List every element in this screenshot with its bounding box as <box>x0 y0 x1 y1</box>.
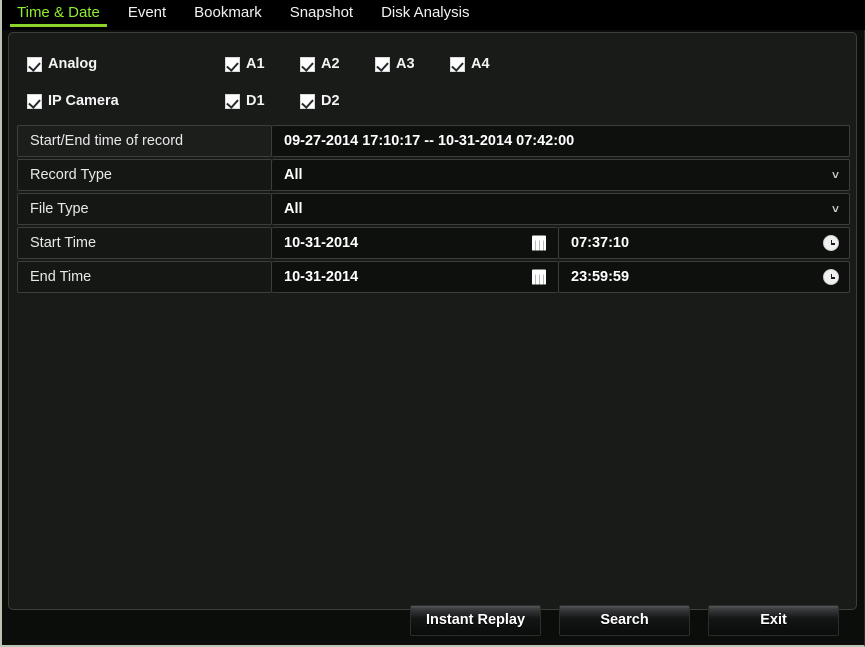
checkbox-a2[interactable]: A2 <box>300 51 340 77</box>
calendar-icon-grid <box>532 274 546 285</box>
footer-button-bar: Instant Replay Search Exit <box>8 598 857 642</box>
checkbox-icon <box>27 93 42 109</box>
row-label: End Time <box>17 261 272 293</box>
checkbox-icon <box>300 93 315 109</box>
tab-disk-analysis[interactable]: Disk Analysis <box>374 0 476 24</box>
checkbox-d2[interactable]: D2 <box>300 88 340 114</box>
checkbox-icon <box>300 56 315 72</box>
start-time-value: 07:37:10 <box>571 235 630 251</box>
end-date-input[interactable]: 10-31-2014 <box>272 261 558 293</box>
file-type-value: All <box>284 201 303 217</box>
chevron-down-icon[interactable]: ˅ <box>832 169 839 181</box>
end-time-input[interactable]: 23:59:59 <box>558 261 850 293</box>
record-type-value: All <box>284 167 303 183</box>
checkbox-ip-camera-group[interactable]: IP Camera <box>27 88 119 114</box>
end-date-value: 10-31-2014 <box>284 269 359 285</box>
checkbox-label: A4 <box>471 56 490 72</box>
search-button[interactable]: Search <box>559 604 690 636</box>
tab-event[interactable]: Event <box>121 0 173 24</box>
search-criteria-panel: Analog A1 A2 A3 A4 IP Camera D1 D2 Start… <box>8 32 857 610</box>
checkbox-label: Analog <box>48 56 98 72</box>
exit-button[interactable]: Exit <box>708 604 839 636</box>
checkbox-label: A1 <box>246 56 265 72</box>
record-type-dropdown[interactable]: All ˅ <box>272 159 850 191</box>
row-record-type: Record Type All ˅ <box>17 159 850 191</box>
analog-channel-row: Analog A1 A2 A3 A4 <box>9 51 856 77</box>
checkbox-label: A2 <box>321 56 340 72</box>
calendar-icon[interactable] <box>532 269 546 285</box>
row-end-time: End Time 10-31-2014 23:59:59 <box>17 261 850 293</box>
checkbox-label: D2 <box>321 93 340 109</box>
calendar-icon[interactable] <box>532 235 546 251</box>
record-span-value: 09-27-2014 17:10:17 -- 10-31-2014 07:42:… <box>272 125 850 157</box>
clock-icon[interactable] <box>823 235 839 251</box>
tab-bar: Time & Date Event Bookmark Snapshot Disk… <box>2 0 865 30</box>
checkbox-label: A3 <box>396 56 415 72</box>
start-date-input[interactable]: 10-31-2014 <box>272 227 558 259</box>
start-date-value: 10-31-2014 <box>284 235 359 251</box>
checkbox-icon <box>27 56 42 72</box>
instant-replay-button[interactable]: Instant Replay <box>410 604 541 636</box>
checkbox-d1[interactable]: D1 <box>225 88 265 114</box>
calendar-icon-grid <box>532 240 546 251</box>
end-time-value: 23:59:59 <box>571 269 630 285</box>
tab-bookmark[interactable]: Bookmark <box>187 0 269 24</box>
tab-time-and-date[interactable]: Time & Date <box>10 0 107 27</box>
row-start-time: Start Time 10-31-2014 07:37:10 <box>17 227 850 259</box>
row-label: Start Time <box>17 227 272 259</box>
checkbox-icon <box>450 56 465 72</box>
checkbox-a3[interactable]: A3 <box>375 51 415 77</box>
clock-icon[interactable] <box>823 269 839 285</box>
chevron-down-icon[interactable]: ˅ <box>832 203 839 215</box>
row-label: Start/End time of record <box>17 125 272 157</box>
checkbox-a1[interactable]: A1 <box>225 51 265 77</box>
tab-snapshot[interactable]: Snapshot <box>283 0 360 24</box>
ip-camera-channel-row: IP Camera D1 D2 <box>9 88 856 114</box>
checkbox-label: IP Camera <box>48 93 119 109</box>
checkbox-a4[interactable]: A4 <box>450 51 490 77</box>
checkbox-icon <box>225 93 240 109</box>
criteria-rows: Start/End time of record 09-27-2014 17:1… <box>17 125 850 295</box>
row-record-span: Start/End time of record 09-27-2014 17:1… <box>17 125 850 157</box>
checkbox-label: D1 <box>246 93 265 109</box>
row-file-type: File Type All ˅ <box>17 193 850 225</box>
checkbox-analog-group[interactable]: Analog <box>27 51 97 77</box>
start-time-input[interactable]: 07:37:10 <box>558 227 850 259</box>
row-label: Record Type <box>17 159 272 191</box>
checkbox-icon <box>225 56 240 72</box>
checkbox-icon <box>375 56 390 72</box>
file-type-dropdown[interactable]: All ˅ <box>272 193 850 225</box>
playback-search-window: Time & Date Event Bookmark Snapshot Disk… <box>0 0 865 647</box>
row-label: File Type <box>17 193 272 225</box>
